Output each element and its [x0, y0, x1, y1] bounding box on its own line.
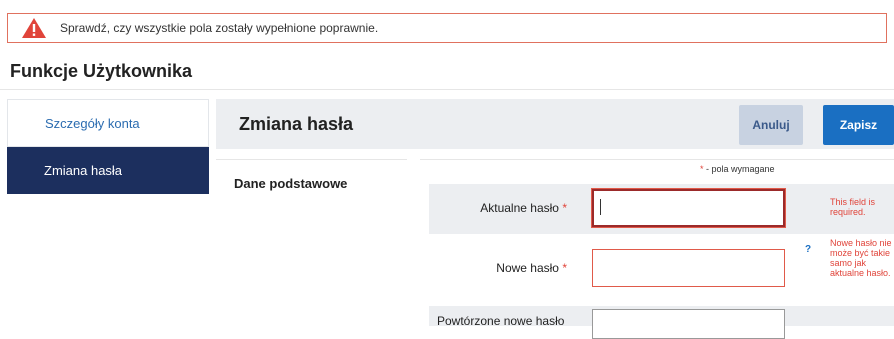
required-note-text: - pola wymagane — [703, 164, 775, 174]
new-password-error: Nowe hasło nie może być takie samo jak a… — [830, 238, 892, 278]
divider — [0, 89, 894, 90]
sidebar-item-account-details[interactable]: Szczegóły konta — [7, 99, 209, 147]
divider — [420, 159, 894, 160]
page-title: Funkcje Użytkownika — [10, 61, 193, 81]
new-password-input[interactable] — [592, 249, 785, 287]
required-star: * — [562, 201, 567, 215]
form-group-title: Dane podstawowe — [234, 176, 348, 191]
warning-icon — [22, 18, 46, 38]
sidebar-item-change-password[interactable]: Zmiana hasła — [7, 147, 209, 194]
current-password-input[interactable] — [592, 189, 785, 227]
save-button[interactable]: Zapisz — [823, 105, 894, 145]
field-label-text: Nowe hasło — [496, 261, 559, 275]
new-password-label: Nowe hasło * — [496, 261, 567, 275]
sidebar-item-label: Szczegóły konta — [45, 116, 140, 131]
required-fields-note: * - pola wymagane — [700, 164, 775, 174]
sidebar-item-label: Zmiana hasła — [44, 163, 123, 178]
cancel-button[interactable]: Anuluj — [739, 105, 803, 145]
alert-message: Sprawdź, czy wszystkie pola zostały wype… — [60, 21, 379, 35]
validation-alert: Sprawdź, czy wszystkie pola zostały wype… — [7, 13, 887, 43]
text-cursor — [600, 199, 601, 215]
help-icon[interactable]: ? — [805, 244, 811, 255]
section-title: Zmiana hasła — [239, 114, 354, 134]
current-password-label: Aktualne hasło * — [480, 201, 567, 215]
field-label-text: Aktualne hasło — [480, 201, 559, 215]
required-star: * — [562, 261, 567, 275]
divider — [216, 159, 407, 160]
repeat-password-input[interactable] — [592, 309, 785, 339]
current-password-error: This field is required. — [830, 197, 876, 217]
